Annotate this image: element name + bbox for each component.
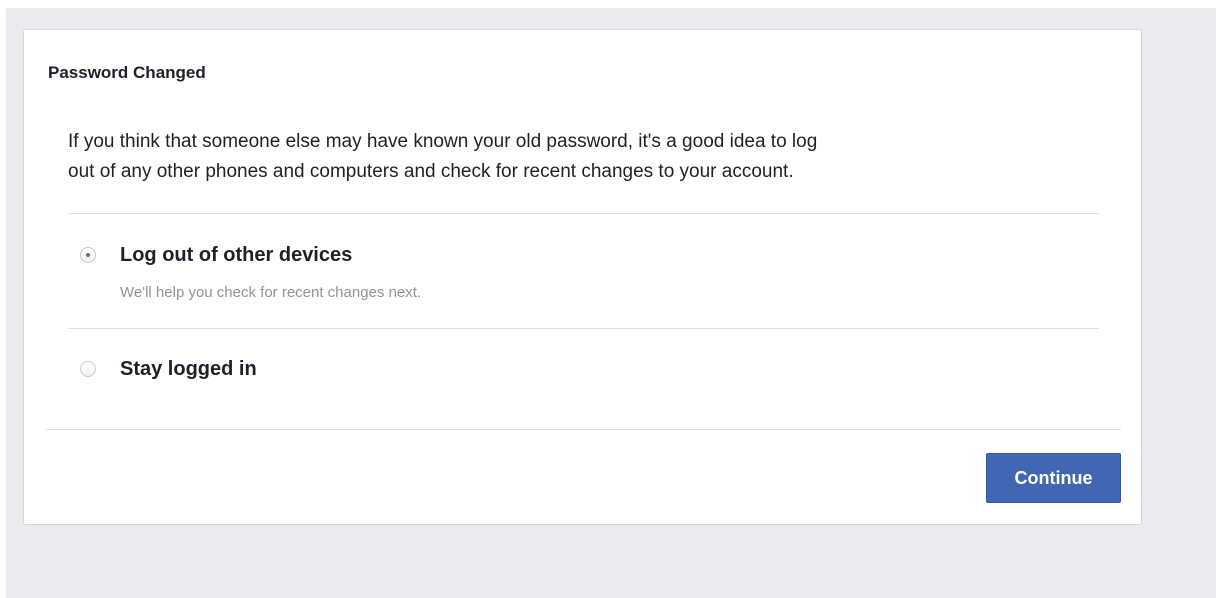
intro-line-2: out of any other phones and computers an… (68, 161, 794, 182)
radio-unchecked-icon[interactable] (80, 361, 96, 377)
divider (68, 328, 1099, 329)
page-left-edge (0, 0, 6, 598)
continue-button[interactable]: Continue (986, 453, 1121, 503)
page-top-edge (0, 0, 1216, 8)
dialog-title: Password Changed (48, 63, 206, 82)
footer-divider (46, 429, 1121, 430)
option-label: Log out of other devices (120, 244, 353, 266)
divider (68, 213, 1099, 214)
option-description: We'll help you check for recent changes … (120, 284, 422, 301)
option-stay-logged-in[interactable]: Stay logged in (80, 354, 1080, 390)
dialog-intro: If you think that someone else may have … (68, 127, 1108, 187)
option-log-out-other-devices[interactable]: Log out of other devices We'll help you … (80, 240, 1080, 310)
option-label: Stay logged in (120, 358, 257, 380)
intro-line-1: If you think that someone else may have … (68, 131, 818, 152)
radio-checked-icon[interactable] (80, 247, 96, 263)
password-changed-dialog: Password Changed If you think that someo… (23, 29, 1142, 525)
